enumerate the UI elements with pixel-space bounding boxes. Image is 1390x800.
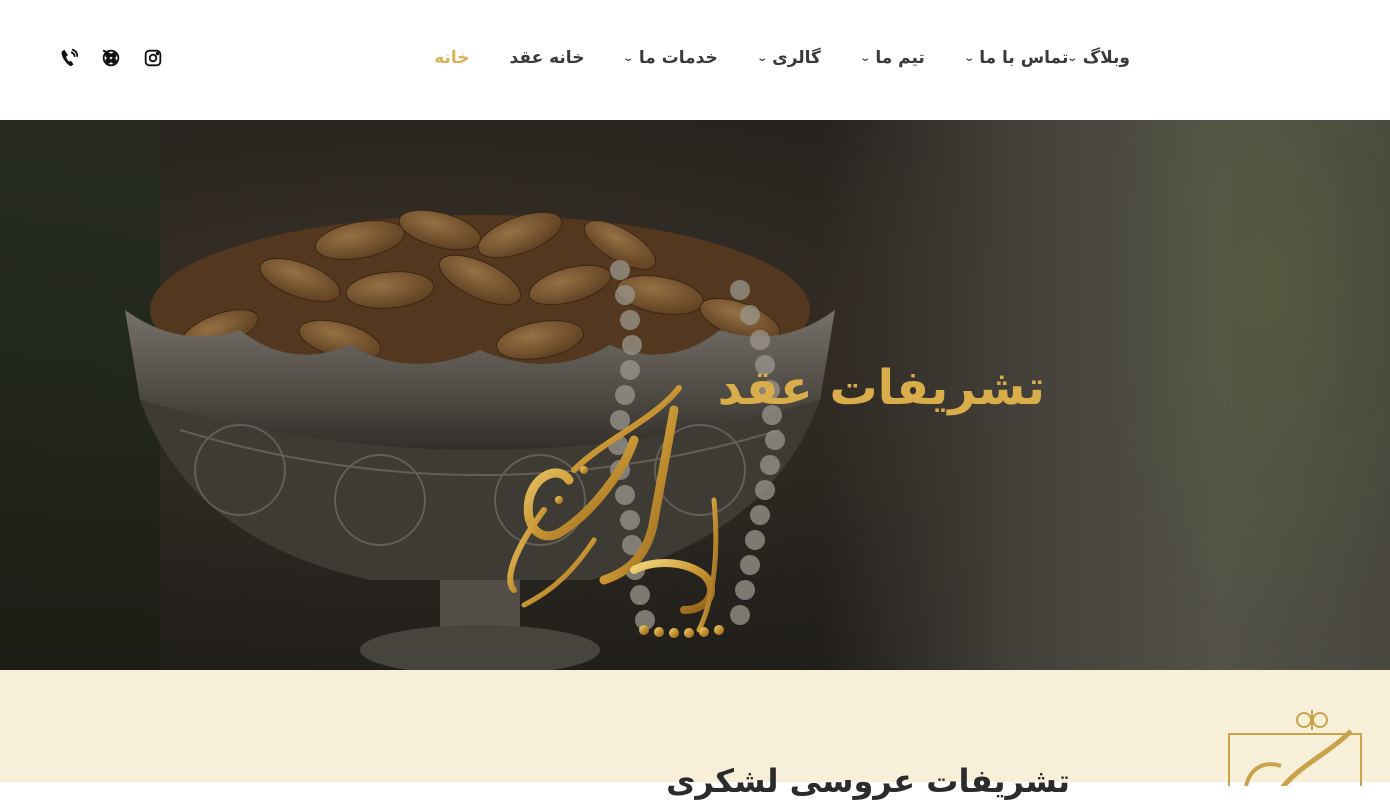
chevron-down-icon: ⌄	[622, 52, 635, 64]
nav-item-blog[interactable]: وبلاگ ⌄	[1066, 48, 1130, 68]
nav-item-label: گالری	[772, 48, 821, 68]
section-title: تشریفات عروسی لشکری	[666, 762, 1070, 800]
nav-item-label: خانه عقد	[509, 48, 585, 68]
nav-item-label: تماس با ما	[979, 48, 1069, 68]
instagram-icon[interactable]	[142, 46, 164, 70]
chevron-down-icon: ⌄	[963, 52, 975, 64]
nav-item-team[interactable]: تیم ما ⌄	[859, 48, 925, 68]
nav-item-label: تیم ما	[875, 48, 925, 68]
nav-item-aqd-house[interactable]: خانه عقد	[510, 48, 585, 68]
nav-item-label: وبلاگ	[1082, 48, 1130, 68]
nav-item-label: خدمات ما	[638, 48, 718, 68]
lashkari-calligraphy-logo	[507, 385, 724, 638]
hero-title: تشریفات عقد	[717, 360, 1045, 416]
nav-item-services[interactable]: خدمات ما ⌄	[622, 48, 718, 68]
chevron-down-icon: ⌄	[1066, 52, 1079, 64]
main-nav: خانه خانه عقد خدمات ما ⌄ گالری ⌄ تیم ما …	[394, 38, 1130, 80]
chevron-down-icon: ⌄	[859, 52, 872, 64]
hero-slider[interactable]: تشریفات عقد	[0, 120, 1390, 670]
chevron-down-icon: ⌄	[756, 52, 768, 64]
phone-icon[interactable]	[58, 46, 80, 70]
nav-item-gallery[interactable]: گالری ⌄	[756, 48, 821, 68]
social-links	[58, 46, 164, 70]
intro-section: تشریفات عروسی لشکری	[0, 670, 1390, 800]
film-reel-icon[interactable]	[100, 46, 122, 70]
nav-item-label: خانه	[434, 48, 470, 68]
nav-item-home[interactable]: خانه	[434, 44, 484, 80]
nav-item-contact[interactable]: تماس با ما ⌄	[963, 48, 1069, 68]
gold-emblem-logo	[1228, 710, 1362, 786]
site-header: خانه خانه عقد خدمات ما ⌄ گالری ⌄ تیم ما …	[0, 0, 1390, 120]
